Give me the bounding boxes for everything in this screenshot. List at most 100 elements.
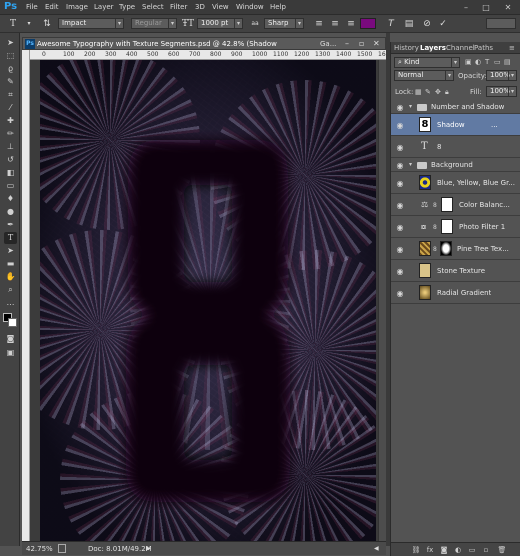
tool-preset-dropdown-icon[interactable]: ▾ [22, 17, 36, 31]
pen-tool-icon[interactable]: ✒ [4, 219, 17, 231]
layer-group-number-and-shadow[interactable]: ◉ ▾ Number and Shadow [391, 100, 520, 114]
tab-layers[interactable]: Layers [420, 44, 446, 52]
visibility-eye-icon[interactable]: ◉ [395, 267, 405, 276]
close-button[interactable]: ✕ [500, 2, 516, 13]
document-tab[interactable]: Ps Awesome Typography with Texture Segme… [22, 37, 386, 50]
cancel-edit-icon[interactable]: ⊘ [420, 17, 434, 31]
add-mask-icon[interactable]: ◙ [439, 545, 449, 555]
align-center-icon[interactable]: ≡ [328, 17, 342, 31]
lock-transparency-icon[interactable]: ▦ [415, 88, 422, 96]
filter-shape-icon[interactable]: ▭ [494, 58, 501, 66]
doc-close-icon[interactable]: ✕ [373, 39, 380, 48]
new-group-icon[interactable]: ▭ [467, 545, 477, 555]
visibility-eye-icon[interactable]: ◉ [395, 245, 405, 254]
layer-gradient-fill[interactable]: ◉ Blue, Yellow, Blue Gr... [391, 172, 520, 194]
commit-edit-icon[interactable]: ✓ [436, 17, 450, 31]
visibility-eye-icon[interactable]: ◉ [395, 223, 405, 232]
horizontal-ruler[interactable]: 0 100 200 300 400 500 600 700 800 900 1000 1100 1200… [30, 50, 386, 60]
align-right-icon[interactable]: ≡ [344, 17, 358, 31]
tab-channels[interactable]: Channel [446, 44, 475, 52]
font-style-select[interactable]: Regular ▾ [131, 18, 177, 29]
shape-tool-icon[interactable]: ▬ [4, 258, 17, 270]
gradient-tool-icon[interactable]: ▭ [4, 180, 17, 192]
filter-adjustment-icon[interactable]: ◐ [475, 58, 481, 66]
menu-window[interactable]: Window [236, 3, 264, 11]
link-icon[interactable]: 8 [433, 246, 437, 253]
lock-position-icon[interactable]: ✥ [435, 88, 441, 96]
eyedropper-tool-icon[interactable]: ⁄ [4, 102, 17, 114]
link-layers-icon[interactable]: ⛓︎ [411, 545, 421, 555]
move-tool-icon[interactable]: ➤ [4, 37, 17, 49]
visibility-eye-icon[interactable]: ◉ [395, 121, 405, 130]
panel-menu-icon[interactable]: ≡ [509, 44, 515, 52]
filter-type-icon[interactable]: T [485, 58, 489, 66]
doc-restore-icon[interactable]: ▫ [359, 39, 364, 48]
quick-mask-icon[interactable]: ◙ [4, 333, 17, 345]
workspace-select[interactable] [486, 18, 516, 29]
align-left-icon[interactable]: ≡ [312, 17, 326, 31]
layer-stone-texture[interactable]: ◉ Stone Texture [391, 260, 520, 282]
visibility-eye-icon[interactable]: ◉ [395, 179, 405, 188]
toggle-orientation-icon[interactable]: ⇅ [40, 17, 54, 31]
antialias-select[interactable]: Sharp ▾ [264, 18, 304, 29]
background-color-swatch[interactable] [8, 318, 17, 327]
visibility-eye-icon[interactable]: ◉ [395, 289, 405, 298]
tab-paths[interactable]: Paths [474, 44, 493, 52]
link-icon[interactable]: 8 [433, 202, 437, 209]
lock-pixels-icon[interactable]: ✎ [425, 88, 431, 96]
lock-all-icon[interactable]: 🔒︎ [445, 88, 449, 97]
zoom-tool-icon[interactable]: ⌕ [4, 284, 17, 296]
layer-options-ellipsis[interactable]: ... [491, 121, 498, 129]
hand-tool-icon[interactable]: ✋ [4, 271, 17, 283]
marquee-tool-icon[interactable]: ⬚ [4, 50, 17, 62]
vertical-ruler[interactable] [22, 50, 30, 541]
lasso-tool-icon[interactable]: ϱ [4, 63, 17, 75]
menu-layer[interactable]: Layer [94, 3, 114, 11]
font-size-input[interactable]: 1000 pt ▾ [197, 18, 243, 29]
font-family-select[interactable]: Impact ▾ [58, 18, 124, 29]
expand-arrow-icon[interactable]: ▾ [409, 161, 412, 168]
menu-filter[interactable]: Filter [170, 3, 187, 11]
layer-radial-gradient[interactable]: ◉ Radial Gradient [391, 282, 520, 304]
opacity-input[interactable]: 100% ▾ [486, 70, 517, 81]
layer-photo-filter[interactable]: ◉ ⧇ 8 Photo Filter 1 [391, 216, 520, 238]
new-layer-icon[interactable]: ▫ [481, 545, 491, 555]
document-canvas[interactable] [40, 60, 376, 541]
crop-tool-icon[interactable]: ⌗ [4, 89, 17, 101]
visibility-eye-icon[interactable]: ◉ [395, 103, 405, 112]
expand-arrow-icon[interactable]: ▾ [409, 103, 412, 110]
layer-filter-kind-select[interactable]: ⌕ Kind ▾ [394, 57, 460, 68]
layer-group-background[interactable]: ◉ ▾ Background [391, 158, 520, 172]
status-arrow-icon[interactable]: ▶ [146, 545, 151, 552]
menu-3d[interactable]: 3D [195, 3, 205, 11]
layer-text-8[interactable]: ◉ T 8 [391, 136, 520, 158]
healing-brush-tool-icon[interactable]: ✚ [4, 115, 17, 127]
more-tools-icon[interactable]: … [4, 297, 17, 309]
dodge-tool-icon[interactable]: ● [4, 206, 17, 218]
minimize-button[interactable]: – [458, 2, 474, 13]
maximize-button[interactable]: □ [478, 2, 494, 13]
link-icon[interactable]: 8 [433, 224, 437, 231]
brush-tool-icon[interactable]: ✏ [4, 128, 17, 140]
tab-history[interactable]: History [394, 44, 419, 52]
layer-pine-tree-texture[interactable]: ◉ 8 Pine Tree Tex... [391, 238, 520, 260]
type-tool-icon[interactable]: T [6, 17, 20, 31]
blur-tool-icon[interactable]: ♦ [4, 193, 17, 205]
history-brush-tool-icon[interactable]: ↺ [4, 154, 17, 166]
menu-view[interactable]: View [212, 3, 229, 11]
blend-mode-select[interactable]: Normal ▾ [394, 70, 454, 81]
zoom-level[interactable]: 42.75% [26, 545, 53, 553]
fx-icon[interactable]: fx [425, 545, 435, 555]
visibility-eye-icon[interactable]: ◉ [395, 161, 405, 170]
delete-layer-icon[interactable]: 🗑︎ [497, 545, 507, 555]
type-tool-icon[interactable]: T [4, 232, 17, 244]
warp-text-icon[interactable]: T [384, 17, 398, 31]
layer-shadow[interactable]: ◉ 8 Shadow ... [391, 114, 520, 136]
clone-stamp-tool-icon[interactable]: ⊥ [4, 141, 17, 153]
menu-type[interactable]: Type [119, 3, 135, 11]
filter-smart-object-icon[interactable]: ▤ [504, 58, 511, 66]
menu-image[interactable]: Image [66, 3, 88, 11]
visibility-eye-icon[interactable]: ◉ [395, 201, 405, 210]
quick-select-tool-icon[interactable]: ✎ [4, 76, 17, 88]
vertical-scrollbar[interactable] [378, 60, 386, 541]
